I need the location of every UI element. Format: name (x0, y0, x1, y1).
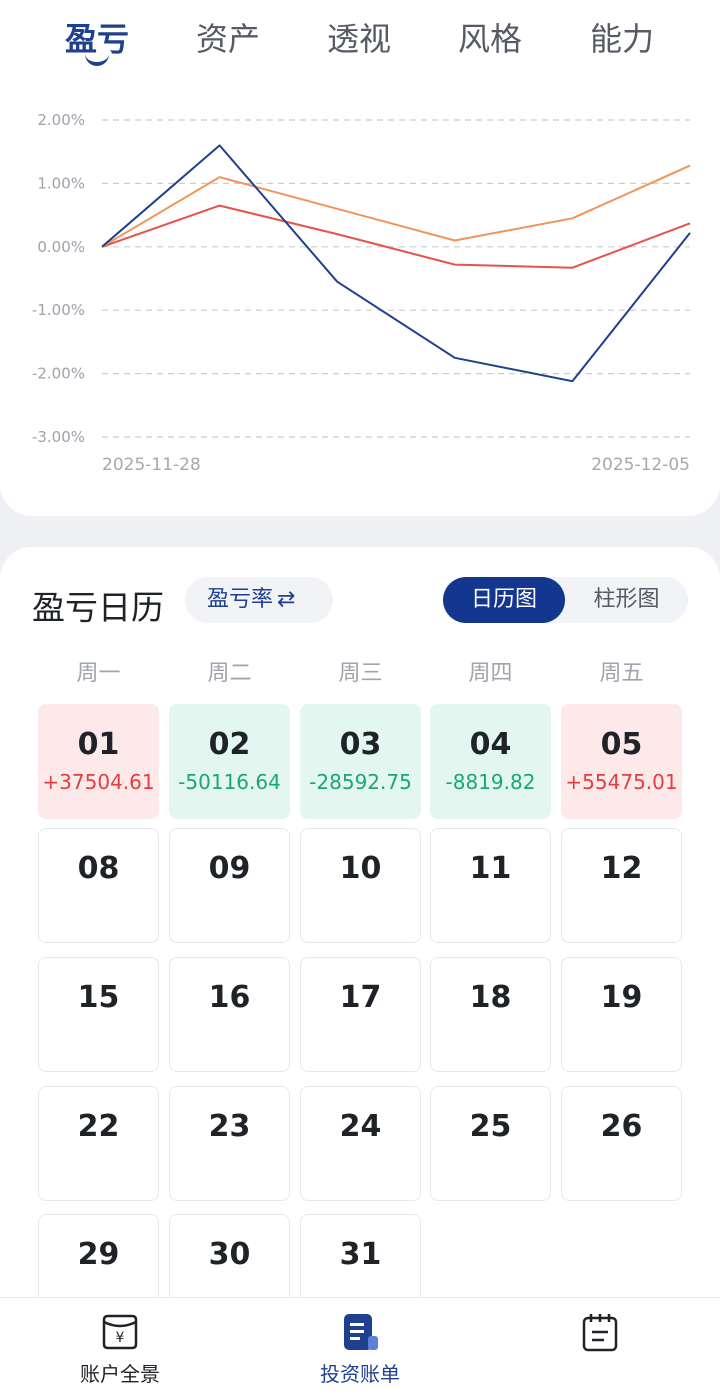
weekday-thu: 周四 (468, 661, 513, 686)
nav-account-overview-label: 账户全景 (80, 1362, 160, 1386)
y-tick-label: -1.00% (32, 301, 85, 319)
day-profit-amount: +37504.61 (42, 770, 155, 794)
nav-investment-bill-label: 投资账单 (320, 1362, 400, 1386)
svg-text:¥: ¥ (116, 1330, 125, 1346)
bill-document-icon (344, 1314, 378, 1350)
rate-toggle-button[interactable]: 盈亏率 ⇄ (185, 577, 333, 623)
calendar-day-cell[interactable]: 03 -28592.75 (300, 704, 421, 819)
calendar-title: 盈亏日历 (32, 588, 164, 627)
calendar-day-cell[interactable]: 17 (300, 957, 421, 1072)
day-number: 31 (339, 1237, 382, 1272)
y-tick-label: 2.00% (37, 111, 85, 129)
day-number: 02 (208, 727, 251, 762)
calendar-day-cell[interactable]: 04 -8819.82 (430, 704, 551, 819)
day-number: 24 (339, 1109, 382, 1144)
tab-ability[interactable]: 能力 (562, 14, 682, 60)
day-number: 15 (77, 980, 120, 1015)
weekday-fri: 周五 (599, 661, 644, 686)
y-tick-label: 1.00% (37, 174, 85, 192)
day-number: 05 (600, 727, 643, 762)
day-number: 26 (600, 1109, 643, 1144)
day-number: 08 (77, 851, 120, 886)
day-number: 22 (77, 1109, 120, 1144)
tab-style[interactable]: 风格 (430, 14, 550, 60)
weekday-mon: 周一 (76, 661, 121, 686)
x-tick-label-start: 2025-11-28 (102, 455, 201, 475)
return-line-chart: 2.00% 1.00% 0.00% -1.00% -2.00% -3.00% 2025-11… (32, 111, 691, 475)
view-switch: 日历图 柱形图 (443, 577, 688, 623)
bar-view-button[interactable]: 柱形图 (565, 577, 688, 623)
calendar-day-cell[interactable]: 15 (38, 957, 159, 1072)
day-number: 19 (600, 980, 643, 1015)
nav-account-overview[interactable]: ¥ 账户全景 (0, 1298, 240, 1393)
y-tick-label: 0.00% (37, 238, 85, 256)
day-number: 25 (469, 1109, 512, 1144)
calendar-day-cell[interactable]: 25 (430, 1086, 551, 1201)
day-profit-amount: +55475.01 (565, 770, 678, 794)
series-line (101, 164, 691, 248)
tab-assets[interactable]: 资产 (168, 14, 288, 60)
y-tick-label: -2.00% (32, 365, 85, 383)
calendar-day-cell[interactable]: 01 +37504.61 (38, 704, 159, 819)
y-tick-label: -3.00% (32, 428, 85, 446)
day-number: 01 (77, 727, 120, 762)
calendar-day-cell[interactable]: 22 (38, 1086, 159, 1201)
calendar-day-cell[interactable]: 16 (169, 957, 290, 1072)
tab-perspective[interactable]: 透视 (299, 14, 419, 60)
calendar-day-cell[interactable]: 26 (561, 1086, 682, 1201)
calendar-day-cell[interactable]: 23 (169, 1086, 290, 1201)
calendar-day-cell[interactable]: 09 (169, 828, 290, 943)
day-number: 23 (208, 1109, 251, 1144)
calendar-day-cell[interactable]: 02 -50116.64 (169, 704, 290, 819)
calendar-day-cell[interactable]: 08 (38, 828, 159, 943)
nav-investment-bill[interactable]: 投资账单 (240, 1298, 480, 1393)
analysis-card: 盈亏 资产 透视 风格 能力 2.00% 1.00% 0.00% -1.00% -2.0… (0, 0, 720, 516)
day-number: 29 (77, 1237, 120, 1272)
calendar-clipboard-icon (582, 1314, 618, 1352)
calendar-day-cell[interactable]: 12 (561, 828, 682, 943)
rate-toggle-label: 盈亏率 (207, 587, 274, 612)
day-number: 18 (469, 980, 512, 1015)
calendar-day-cell[interactable]: 11 (430, 828, 551, 943)
profit-loss-calendar-card: 盈亏日历 盈亏率 ⇄ 日历图 柱形图 周一 周二 周三 周四 周五 01 +3750… (0, 547, 720, 1393)
day-number: 09 (208, 851, 251, 886)
day-number: 11 (469, 851, 512, 886)
calendar-day-cell[interactable]: 10 (300, 828, 421, 943)
day-number: 30 (208, 1237, 251, 1272)
day-profit-amount: -8819.82 (445, 770, 536, 794)
bottom-navigation: ¥ 账户全景 投资账单 (0, 1297, 720, 1393)
day-number: 12 (600, 851, 643, 886)
tab-bar: 盈亏 资产 透视 风格 能力 (0, 0, 720, 70)
weekday-wed: 周三 (338, 661, 383, 686)
wallet-yen-icon: ¥ (102, 1314, 138, 1350)
nav-third[interactable] (480, 1298, 720, 1393)
weekday-tue: 周二 (207, 661, 252, 686)
x-tick-label-end: 2025-12-05 (591, 455, 690, 475)
calendar-view-button[interactable]: 日历图 (443, 577, 565, 623)
calendar-day-cell[interactable]: 18 (430, 957, 551, 1072)
day-number: 10 (339, 851, 382, 886)
calendar-day-cell[interactable]: 19 (561, 957, 682, 1072)
day-number: 04 (469, 727, 512, 762)
day-profit-amount: -50116.64 (178, 770, 281, 794)
day-number: 03 (339, 727, 382, 762)
day-number: 17 (339, 980, 382, 1015)
series-line (101, 204, 691, 269)
day-profit-amount: -28592.75 (309, 770, 412, 794)
series-line (101, 144, 691, 383)
swap-arrows-icon: ⇄ (277, 587, 296, 612)
active-tab-indicator (85, 54, 109, 66)
day-number: 16 (208, 980, 251, 1015)
calendar-day-cell[interactable]: 24 (300, 1086, 421, 1201)
calendar-day-cell[interactable]: 05 +55475.01 (561, 704, 682, 819)
